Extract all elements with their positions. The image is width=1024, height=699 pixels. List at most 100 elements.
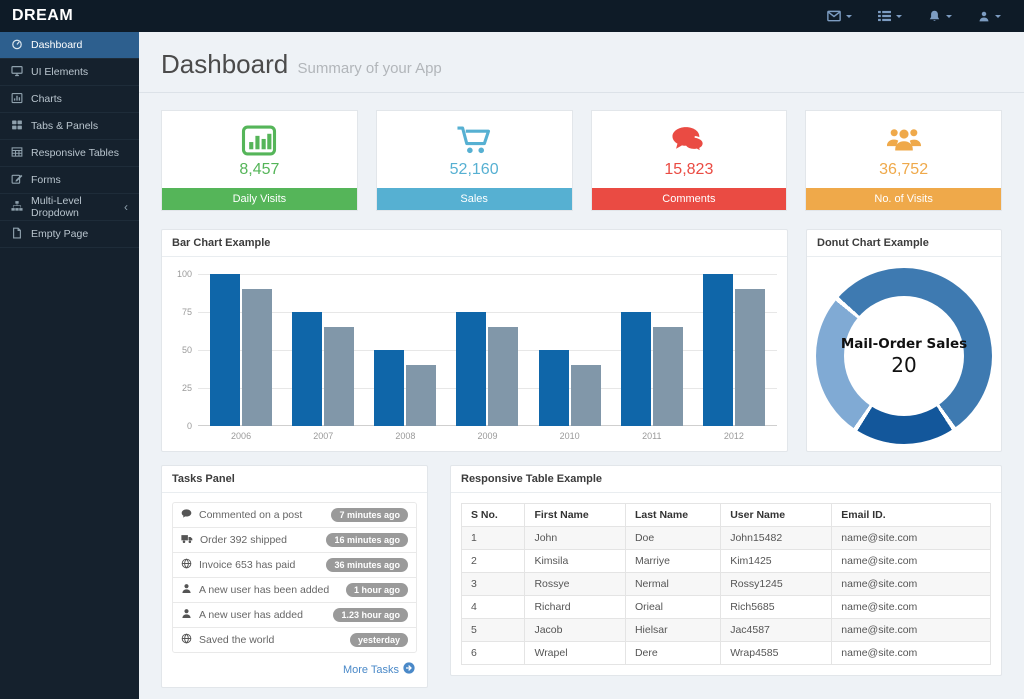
chevron-left-icon: ‹	[124, 201, 128, 213]
donut-chart-panel: Donut Chart Example Mail-Order Sales 20	[806, 229, 1002, 452]
time-badge: 7 minutes ago	[331, 508, 408, 522]
table-icon	[11, 146, 23, 161]
bar-gray	[735, 289, 765, 426]
bar-gray	[324, 327, 354, 426]
navbar-actions	[814, 0, 1024, 32]
stat-card-no-of-visits: 36,752 No. of Visits	[805, 110, 1002, 211]
time-badge: 1 hour ago	[346, 583, 408, 597]
sidebar-item-tabs-panels[interactable]: Tabs & Panels	[0, 113, 139, 140]
time-badge: 36 minutes ago	[326, 558, 408, 572]
bar-blue	[374, 350, 404, 426]
user-icon	[181, 608, 192, 622]
main-content: Dashboard Summary of your App 8,457 Dail…	[139, 0, 1024, 699]
table-row: 2KimsilaMarriyeKim1425name@site.com	[462, 550, 991, 573]
y-axis-tick: 0	[166, 421, 192, 431]
truck-icon	[181, 533, 193, 547]
page-subtitle: Summary of your App	[298, 60, 442, 77]
globe-icon	[181, 633, 192, 647]
column-header: Last Name	[625, 504, 720, 527]
table-row: 3RossyeNermalRossy1245name@site.com	[462, 573, 991, 596]
users-icon	[806, 124, 1001, 156]
bar-group-2009	[446, 274, 528, 426]
y-axis-tick: 100	[166, 269, 192, 279]
bar-blue	[292, 312, 322, 426]
time-badge: 1.23 hour ago	[333, 608, 408, 622]
top-navbar: DREAM	[0, 0, 1024, 32]
stats-row: 8,457 Daily Visits 52,160 Sales 15,823 C…	[161, 110, 1002, 211]
y-axis-tick: 25	[166, 383, 192, 393]
sidebar-item-ui-elements[interactable]: UI Elements	[0, 59, 139, 86]
table-row: 1JohnDoeJohn15482name@site.com	[462, 527, 991, 550]
stat-label: Comments	[592, 188, 787, 210]
stat-label: Daily Visits	[162, 188, 357, 210]
bar-blue	[539, 350, 569, 426]
user-icon	[181, 583, 192, 597]
bar-group-2007	[282, 274, 364, 426]
comment-icon	[181, 508, 192, 522]
stat-value: 36,752	[806, 161, 1001, 179]
user-dropdown[interactable]	[965, 0, 1014, 32]
bar-gray	[242, 289, 272, 426]
sitemap-icon	[11, 200, 23, 215]
stat-card-daily-visits: 8,457 Daily Visits	[161, 110, 358, 211]
stat-value: 52,160	[377, 161, 572, 179]
page-title: Dashboard	[161, 49, 288, 79]
bar-gray	[488, 327, 518, 426]
bar-group-2006	[200, 274, 282, 426]
sidebar-item-forms[interactable]: Forms	[0, 167, 139, 194]
panel-title: Responsive Table Example	[451, 466, 1001, 493]
column-header: User Name	[721, 504, 832, 527]
edit-icon	[11, 173, 23, 188]
sidebar-item-dashboard[interactable]: Dashboard	[0, 32, 139, 59]
stat-value: 15,823	[592, 161, 787, 179]
notifications-dropdown[interactable]	[915, 0, 965, 32]
bar-group-2012	[693, 274, 775, 426]
donut-center-label: Mail-Order Sales 20	[816, 268, 992, 444]
sidebar-item-multi-level-dropdown[interactable]: Multi-Level Dropdown ‹	[0, 194, 139, 221]
messages-dropdown[interactable]	[814, 0, 865, 32]
y-axis-tick: 75	[166, 307, 192, 317]
stat-card-comments: 15,823 Comments	[591, 110, 788, 211]
bar-blue	[210, 274, 240, 426]
column-header: S No.	[462, 504, 525, 527]
bar-blue	[703, 274, 733, 426]
time-badge: 16 minutes ago	[326, 533, 408, 547]
time-badge: yesterday	[350, 633, 408, 647]
table-row: 4RichardOriealRich5685name@site.com	[462, 596, 991, 619]
task-item: Saved the world yesterday	[172, 627, 417, 653]
page-header: Dashboard Summary of your App	[139, 32, 1024, 93]
sidebar-item-responsive-tables[interactable]: Responsive Tables	[0, 140, 139, 167]
comments-icon	[592, 124, 787, 156]
task-item: Commented on a post 7 minutes ago	[172, 502, 417, 528]
bar-group-2010	[529, 274, 611, 426]
table-row: 6WrapelDereWrap4585name@site.com	[462, 642, 991, 665]
user-icon	[978, 10, 990, 23]
stat-label: No. of Visits	[806, 188, 1001, 210]
bar-gray	[406, 365, 436, 426]
stat-card-sales: 52,160 Sales	[376, 110, 573, 211]
task-item: Order 392 shipped 16 minutes ago	[172, 527, 417, 553]
grid-icon	[11, 119, 23, 134]
table-row: 5JacobHielsarJac4587name@site.com	[462, 619, 991, 642]
table-header-row: S No. First Name Last Name User Name Ema…	[462, 504, 991, 527]
bell-icon	[928, 9, 941, 23]
globe-icon	[181, 558, 192, 572]
caret-down-icon	[896, 15, 902, 21]
footer: All right reserved. Template by: WebThem…	[161, 688, 1002, 699]
desktop-icon	[11, 65, 23, 80]
caret-down-icon	[846, 15, 852, 21]
shopping-cart-icon	[377, 124, 572, 156]
sidebar-item-empty-page[interactable]: Empty Page	[0, 221, 139, 248]
bar-chart: 100 75 50 25 0	[198, 274, 777, 426]
bar-gray	[571, 365, 601, 426]
task-item: A new user has added 1.23 hour ago	[172, 602, 417, 628]
more-tasks-link[interactable]: More Tasks	[162, 653, 427, 687]
tasks-dropdown[interactable]	[865, 0, 915, 32]
stat-label: Sales	[377, 188, 572, 210]
stat-value: 8,457	[162, 161, 357, 179]
caret-down-icon	[946, 15, 952, 21]
task-item: Invoice 653 has paid 36 minutes ago	[172, 552, 417, 578]
responsive-table-panel: Responsive Table Example S No. First Nam…	[450, 465, 1002, 676]
sidebar-item-charts[interactable]: Charts	[0, 86, 139, 113]
arrow-circle-right-icon	[403, 662, 415, 677]
